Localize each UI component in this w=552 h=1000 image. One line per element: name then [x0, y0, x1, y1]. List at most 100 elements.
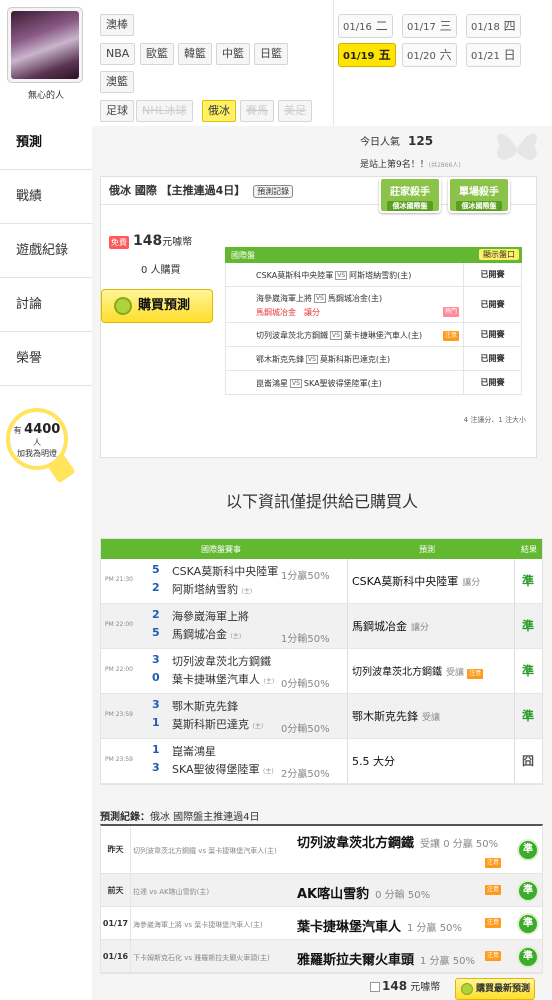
result-row: PM 23:59 3 鄂木斯克先鋒 1 莫斯科斯巴達克 (主) 0分輸50% 鄂…	[101, 694, 542, 739]
hot-icon: 熱門	[443, 307, 459, 317]
date-selector: 01/16 二 01/17 三 01/18 四 01/19 五 01/20 六 …	[334, 0, 552, 126]
tag-nba[interactable]: NBA	[100, 43, 136, 65]
history-game: 拉達 vs AK喀山雪豹(主)	[133, 888, 210, 896]
tag-soccer[interactable]: 足球	[100, 100, 134, 122]
date-0119[interactable]: 01/19 五	[338, 43, 396, 67]
line-info: 0分輸50%	[281, 679, 330, 690]
intl-line-table: 國際盤 顯示盤口 CSKA莫斯科中央陸軍 VS 阿斯塔納雪豹(主) 已開賽 海參崴海軍…	[225, 247, 522, 395]
date-0121[interactable]: 01/21 日	[466, 43, 521, 67]
matchup: 鄂木斯克先鋒 VS 莫斯科斯巴達克(主)	[256, 354, 390, 365]
line-info: 2分贏50%	[281, 769, 330, 780]
date-0120[interactable]: 01/20 六	[402, 43, 457, 67]
buyer-count: 0 人購買	[141, 265, 181, 276]
nav-discussion[interactable]: 討論	[0, 278, 92, 332]
badge-bookie-killer: 莊家殺手 俄冰國際盤	[379, 177, 441, 213]
result-row: PM 23:59 1 崑崙鴻星 3 SKA聖彼得堡陸軍 (主) 2分贏50% 5…	[101, 739, 542, 784]
team-home: 崑崙鴻星	[172, 745, 216, 758]
buy-prediction-button[interactable]: 購買預測	[101, 289, 213, 323]
pick-team: AK喀山雪豹	[297, 887, 370, 902]
tag-china-basketball[interactable]: 中籃	[216, 43, 250, 65]
history-row[interactable]: 01/16 下卡姆斯克石化 vs 雅羅斯拉夫爾火車頭(主) 雅羅斯拉夫爾火車頭 1…	[101, 940, 542, 973]
pick-type: 讓分	[411, 623, 430, 633]
popularity-label: 今日人氣	[360, 137, 400, 148]
game-time: PM 22:00	[105, 621, 133, 628]
home-team: 海參崴海軍上將	[256, 294, 312, 303]
nav-record[interactable]: 戰績	[0, 170, 92, 224]
team-away-name: SKA聖彼得堡陸軍	[172, 763, 260, 776]
coin-icon	[461, 983, 473, 995]
bulb-prefix: 有	[13, 426, 22, 435]
tag-japan-basketball[interactable]: 日籃	[254, 43, 288, 65]
result-mark: 囧	[521, 754, 534, 768]
history-day: 前天	[101, 874, 131, 906]
score-home: 3	[152, 698, 160, 711]
popularity: 今日人氣 125	[360, 133, 433, 148]
bulb-text: 加我為明燈	[17, 449, 57, 458]
free-tag: 免費	[109, 235, 129, 249]
intl-row: CSKA莫斯科中央陸軍 VS 阿斯塔納雪豹(主) 已開賽	[225, 263, 522, 287]
host-mark: (主)	[263, 678, 275, 685]
line-info: 0分輸50%	[281, 724, 330, 735]
pick-team: 5.5 大分	[352, 755, 395, 768]
score-home: 5	[152, 563, 160, 576]
tag-russia-hockey[interactable]: 俄冰	[202, 100, 236, 122]
result-mark: 準	[521, 664, 534, 678]
history-row[interactable]: 昨天 切列波韋茨北方鋼鐵 vs 葉卡捷琳堡汽車人(主) 切列波韋茨北方鋼鐵 受讓 …	[101, 826, 542, 874]
date-wd: 日	[503, 48, 516, 62]
badge-sub: 俄冰國際盤	[456, 201, 502, 211]
bulb-unit: 人	[33, 438, 41, 447]
tag-nhl: NHL冰球	[136, 100, 193, 122]
score-away: 0	[152, 671, 160, 684]
history-row[interactable]: 前天 拉達 vs AK喀山雪豹(主) AK喀山雪豹 0 分輸 50% 注意 準	[101, 874, 542, 907]
rank-total: (共2866人)	[428, 162, 461, 169]
date-0117[interactable]: 01/17 三	[402, 14, 457, 38]
match-status: 已開賽	[463, 263, 521, 286]
history-pick: 葉卡捷琳堡汽車人 1 分贏 50%	[297, 916, 462, 935]
history-game: 海參崴海軍上將 vs 葉卡捷琳堡汽車人(主)	[133, 921, 263, 929]
show-lines-button[interactable]: 顯示盤口	[479, 249, 519, 260]
date-0116[interactable]: 01/16 二	[338, 14, 393, 38]
badge-title: 單場殺手	[459, 187, 499, 198]
tag-aus-baseball[interactable]: 澳棒	[100, 14, 134, 36]
date-md: 01/19	[343, 51, 375, 62]
team-away: 莫斯科斯巴達克 (主)	[172, 716, 263, 732]
intl-header-label: 國際盤	[231, 251, 255, 260]
light-bulb-icon[interactable]: 有 4400 人 加我為明燈	[6, 408, 68, 470]
prediction-record-button[interactable]: 預測記錄	[253, 185, 294, 198]
pick-cell: 鄂木斯克先鋒 受讓	[347, 694, 515, 738]
attention-icon: 注意	[467, 669, 484, 679]
history-pick: AK喀山雪豹 0 分輸 50%	[297, 883, 430, 902]
date-0118[interactable]: 01/18 四	[466, 14, 521, 38]
nav-prediction[interactable]: 預測	[0, 116, 92, 170]
attention-icon: 注意	[485, 858, 501, 868]
tag-korea-basketball[interactable]: 韓籃	[178, 43, 212, 65]
team-away-name: 阿斯塔納雪豹	[172, 583, 238, 596]
host-mark: (主)	[263, 768, 274, 775]
checkbox-icon[interactable]	[370, 982, 380, 992]
away-team: 莫斯科斯巴達克(主)	[319, 355, 391, 364]
home-team: 鄂木斯克先鋒	[256, 355, 304, 364]
badge-single-killer: 單場殺手 俄冰國際盤	[448, 177, 510, 213]
badge-sub: 俄冰國際盤	[387, 201, 433, 211]
tag-aus-basketball[interactable]: 澳籃	[100, 71, 134, 93]
header-match: 國際盤賽事	[201, 545, 241, 554]
nav-game-log[interactable]: 遊戲紀錄	[0, 224, 92, 278]
pick-cell: 馬鋼城冶金 讓分	[347, 604, 515, 648]
nav-honor[interactable]: 榮譽	[0, 332, 92, 386]
badge-title: 莊家殺手	[390, 187, 430, 198]
tag-euro-basketball[interactable]: 歐籃	[140, 43, 174, 65]
avatar[interactable]	[7, 7, 83, 83]
history-row[interactable]: 01/17 海參崴海軍上將 vs 葉卡捷琳堡汽車人(主) 葉卡捷琳堡汽車人 1 分…	[101, 907, 542, 940]
matchup: 切列波韋茨北方鋼鐵 VS 葉卡捷琳堡汽車人(主)	[256, 330, 422, 341]
attention-icon: 注意	[485, 951, 501, 961]
team-away: 馬鋼城冶金 (主)	[172, 626, 241, 642]
game-time: PM 21:30	[105, 576, 133, 583]
avatar-image	[11, 11, 79, 79]
team-away-name: 葉卡捷琳堡汽車人	[172, 673, 260, 686]
buy-latest-button[interactable]: 購買最新預測	[455, 978, 535, 1000]
history-day: 昨天	[101, 826, 131, 873]
match-status: 已開賽	[463, 287, 521, 322]
date-wd: 六	[439, 48, 452, 62]
history-pick: 切列波韋茨北方鋼鐵 受讓 0 分贏 50%	[297, 832, 498, 851]
history-day: 01/17	[101, 907, 131, 939]
